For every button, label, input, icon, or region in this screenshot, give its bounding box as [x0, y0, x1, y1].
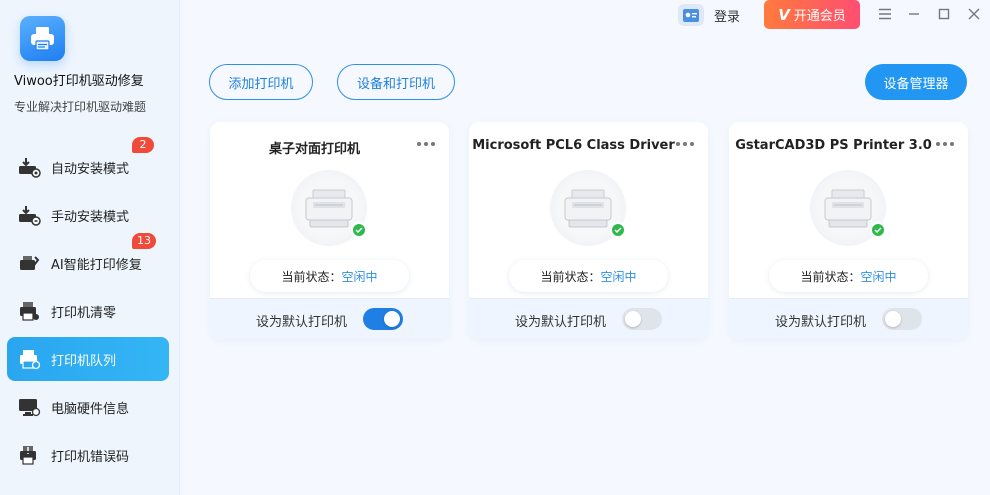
printer-queue-icon [17, 347, 41, 371]
sidebar-item-ai-repair[interactable]: AI智能打印修复 13 [7, 233, 169, 285]
ai-repair-icon [17, 251, 41, 275]
printer-icon [305, 189, 353, 228]
status-pill: 当前状态： 空闲中 [509, 260, 668, 292]
app-subtitle: 专业解决打印机驱动难题 [14, 100, 147, 114]
devices-and-printers-button[interactable]: 设备和打印机 [337, 64, 455, 100]
printer-icon [564, 189, 612, 228]
device-manager-button[interactable]: 设备管理器 [865, 64, 967, 100]
status-pill: 当前状态： 空闲中 [769, 260, 928, 292]
card-footer: 设为默认打印机 [729, 298, 968, 339]
maximize-icon[interactable] [935, 5, 953, 23]
card-footer: 设为默认打印机 [469, 298, 708, 339]
sidebar-item-printer-reset[interactable]: 打印机清零 [7, 289, 169, 333]
close-icon[interactable] [965, 5, 983, 23]
default-printer-label: 设为默认打印机 [515, 315, 607, 330]
minimize-icon[interactable] [905, 5, 923, 23]
status-ok-icon [610, 222, 626, 238]
sidebar-item-label: 电脑硬件信息 [51, 401, 130, 417]
notification-badge: 13 [132, 233, 156, 249]
printer-name: 桌子对面打印机 [268, 142, 360, 157]
toggle-knob [885, 311, 901, 327]
sidebar-item-printer-queue[interactable]: 打印机队列 [7, 337, 169, 381]
status-ok-icon [351, 222, 367, 238]
sidebar-item-error-code[interactable]: 打印机错误码 [7, 433, 169, 477]
toggle-knob [384, 311, 400, 327]
more-options-icon[interactable] [676, 140, 694, 148]
auto-install-icon [17, 155, 41, 179]
more-options-icon[interactable] [417, 140, 435, 148]
status-label: 当前状态： [800, 269, 861, 284]
hardware-info-icon [17, 395, 41, 419]
toggle-knob [625, 311, 641, 327]
sidebar-item-hardware-info[interactable]: 电脑硬件信息 [7, 385, 169, 429]
user-card-icon [678, 4, 704, 26]
vip-button[interactable]: V 开通会员 [764, 0, 860, 29]
sidebar-item-label: 打印机队列 [51, 353, 117, 369]
sidebar-item-label: 手动安装模式 [51, 209, 130, 225]
sidebar-item-manual-install[interactable]: 手动安装模式 [7, 193, 169, 237]
app-name: Viwoo打印机驱动修复 [14, 74, 144, 89]
printer-name: GstarCAD3D PS Printer 3.0 [735, 138, 932, 153]
status-value: 空闲中 [341, 269, 378, 284]
add-printer-button[interactable]: 添加打印机 [209, 64, 313, 100]
status-label: 当前状态： [540, 269, 601, 284]
sidebar-item-label: 自动安装模式 [51, 161, 130, 177]
sidebar-item-label: 打印机错误码 [51, 449, 130, 465]
printer-name: Microsoft PCL6 Class Driver [472, 138, 675, 153]
sidebar-item-label: 打印机清零 [51, 305, 117, 321]
default-printer-label: 设为默认打印机 [775, 315, 867, 330]
printer-card: 桌子对面打印机 当前状态： 空闲中 设为默认打印机 [210, 122, 449, 339]
sidebar-item-label: AI智能打印修复 [51, 257, 142, 273]
sidebar-nav: 自动安装模式 2 手动安装模式 AI智能打印修复 13 打印机清零 打印机队列 … [7, 137, 169, 481]
app-logo [20, 16, 65, 61]
card-footer: 设为默认打印机 [210, 298, 449, 339]
status-value: 空闲中 [600, 269, 637, 284]
error-code-icon [17, 443, 41, 467]
notification-badge: 2 [132, 137, 154, 153]
login-button[interactable]: 登录 [678, 4, 740, 26]
more-options-icon[interactable] [936, 140, 954, 148]
vip-icon: V [778, 5, 790, 24]
status-value: 空闲中 [860, 269, 897, 284]
printer-card: GstarCAD3D PS Printer 3.0 当前状态： 空闲中 设为默认打… [729, 122, 968, 339]
status-ok-icon [870, 222, 886, 238]
printer-logo-icon [31, 27, 54, 51]
status-pill: 当前状态： 空闲中 [250, 260, 409, 292]
menu-icon[interactable] [876, 5, 894, 23]
login-label: 登录 [714, 9, 741, 25]
default-printer-toggle[interactable] [622, 308, 662, 330]
printer-icon [824, 189, 872, 228]
status-label: 当前状态： [281, 269, 342, 284]
sidebar: Viwoo打印机驱动修复 专业解决打印机驱动难题 自动安装模式 2 手动安装模式… [0, 0, 180, 495]
default-printer-toggle[interactable] [882, 308, 922, 330]
default-printer-label: 设为默认打印机 [256, 315, 348, 330]
default-printer-toggle[interactable] [363, 308, 403, 330]
printer-card: Microsoft PCL6 Class Driver 当前状态： 空闲中 设为默… [469, 122, 708, 339]
sidebar-item-auto-install[interactable]: 自动安装模式 2 [7, 137, 169, 189]
printer-reset-icon [17, 299, 41, 323]
manual-install-icon [17, 203, 41, 227]
vip-label: 开通会员 [793, 9, 846, 24]
